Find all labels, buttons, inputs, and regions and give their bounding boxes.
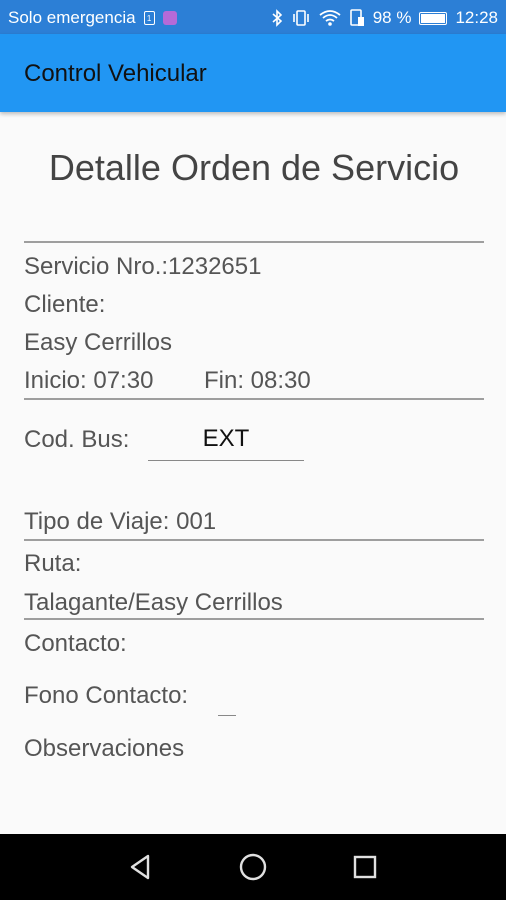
bus-code-label: Cod. Bus: xyxy=(24,426,130,453)
bus-code-input[interactable]: EXT xyxy=(148,425,304,453)
vibrate-icon xyxy=(292,10,309,26)
page-title: Detalle Orden de Servicio xyxy=(48,147,460,188)
wifi-icon xyxy=(319,10,341,26)
bus-code-underline xyxy=(148,460,304,461)
end-time: Fin: 08:30 xyxy=(204,367,311,394)
observations-label: Observaciones xyxy=(24,735,185,762)
start-time: Inicio: 07:30 xyxy=(24,367,154,394)
status-bar: Solo emergencia 1 98 % 12:28 xyxy=(0,0,506,34)
trip-type: Tipo de Viaje: 001 xyxy=(24,508,217,535)
client-name: Easy Cerrillos xyxy=(24,329,173,356)
battery-icon xyxy=(419,11,448,25)
home-icon[interactable] xyxy=(236,850,270,884)
divider xyxy=(24,539,484,541)
divider xyxy=(24,241,484,243)
navigation-bar xyxy=(0,834,506,900)
route-label: Ruta: xyxy=(24,550,82,577)
contact-phone-label: Fono Contacto: xyxy=(24,682,189,709)
sim-icon: 1 xyxy=(143,11,155,25)
clock: 12:28 xyxy=(455,8,498,27)
app-title: Control Vehicular xyxy=(24,60,207,87)
app-bar: Control Vehicular xyxy=(0,34,506,112)
app-notification-icon xyxy=(162,11,177,25)
divider xyxy=(24,618,484,620)
route-value: Talagante/Easy Cerrillos xyxy=(24,589,283,616)
service-number: Servicio Nro.:1232651 xyxy=(24,253,262,280)
carrier-label: Solo emergencia xyxy=(8,8,136,27)
back-icon[interactable] xyxy=(124,850,158,884)
divider xyxy=(24,398,484,400)
contact-phone-underline xyxy=(218,715,236,716)
status-left: Solo emergencia 1 xyxy=(8,8,177,28)
client-label: Cliente: xyxy=(24,291,106,318)
sim-signal-icon xyxy=(349,9,364,26)
status-right: 98 % 12:28 xyxy=(271,8,498,28)
recents-icon[interactable] xyxy=(348,850,382,884)
order-detail: Detalle Orden de Servicio Servicio Nro.:… xyxy=(0,112,506,834)
battery-percent: 98 % xyxy=(372,8,412,27)
contact-label: Contacto: xyxy=(24,630,127,657)
bluetooth-icon xyxy=(272,9,282,27)
